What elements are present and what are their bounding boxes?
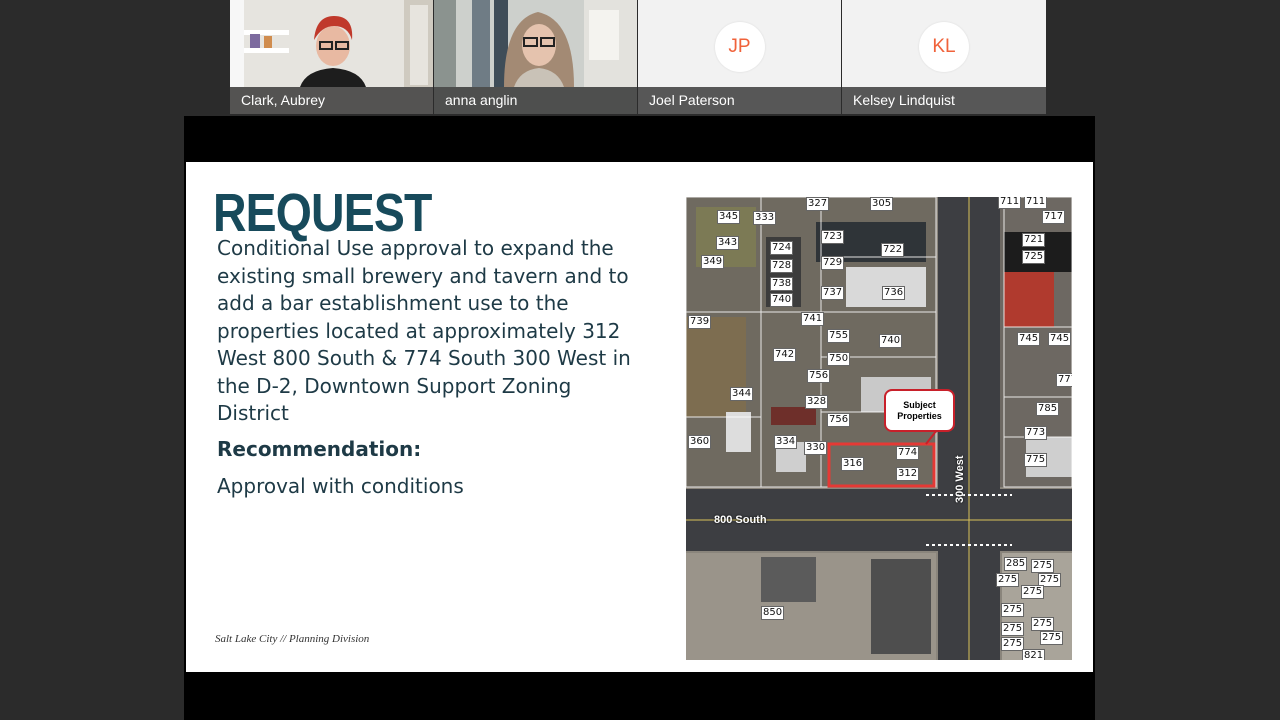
lot-label: 729 <box>821 256 845 270</box>
lot-label: 821 <box>1022 649 1046 660</box>
participant-name: anna anglin <box>434 87 637 114</box>
lot-label: 275 <box>1031 617 1055 631</box>
lot-label: 328 <box>805 395 829 409</box>
lot-label: 773 <box>1024 426 1048 440</box>
lot-label: 756 <box>807 369 831 383</box>
lot-label: 312 <box>896 467 920 481</box>
participant-tile-paterson[interactable]: JP Joel Paterson <box>638 0 841 114</box>
lot-label: 330 <box>804 441 828 455</box>
avatar: KL <box>919 22 969 72</box>
lot-label: 275 <box>1001 637 1025 651</box>
lot-label: 275 <box>1031 559 1055 573</box>
lot-label: 316 <box>841 457 865 471</box>
lot-label: 725 <box>1022 250 1046 264</box>
lot-label: 755 <box>827 329 851 343</box>
avatar: JP <box>714 22 765 72</box>
lot-label: 745 <box>1017 332 1041 346</box>
lot-label: 738 <box>770 277 794 291</box>
participant-tile-clark[interactable]: Clark, Aubrey <box>230 0 433 114</box>
lot-label: 717 <box>1042 210 1066 224</box>
lot-label: 739 <box>688 315 712 329</box>
lot-label: 343 <box>716 236 740 250</box>
slide-body: Conditional Use approval to expand the e… <box>217 236 631 425</box>
slide-title: REQUEST <box>213 183 432 243</box>
lot-label: 723 <box>821 230 845 244</box>
lot-label: 344 <box>730 387 754 401</box>
lot-label: 334 <box>774 435 798 449</box>
lot-label: 305 <box>870 197 894 211</box>
lot-label: 740 <box>879 334 903 348</box>
lot-label: 327 <box>806 197 830 211</box>
street-label-800-south: 800 South <box>714 514 767 526</box>
lot-label: 345 <box>717 210 741 224</box>
street-label-300-west: 300 West <box>954 455 966 504</box>
lot-label: 349 <box>701 255 725 269</box>
lot-label: 722 <box>881 243 905 257</box>
lot-label: 745 <box>1048 332 1072 346</box>
lot-label: 741 <box>801 312 825 326</box>
lot-label: 333 <box>753 211 777 225</box>
participant-name: Kelsey Lindquist <box>842 87 1046 114</box>
video-feed <box>434 0 637 87</box>
lot-label: 737 <box>821 286 845 300</box>
lot-label: 275 <box>1001 622 1025 636</box>
lot-label: 750 <box>827 352 851 366</box>
aerial-map-image <box>686 197 1072 660</box>
lot-label: 777 <box>1056 373 1072 387</box>
lot-label: 285 <box>1004 557 1028 571</box>
lot-label: 275 <box>1021 585 1045 599</box>
participant-name: Joel Paterson <box>638 87 841 114</box>
lot-label: 724 <box>770 241 794 255</box>
participant-name: Clark, Aubrey <box>230 87 433 114</box>
lot-label: 740 <box>770 293 794 307</box>
lot-label: 275 <box>1001 603 1025 617</box>
lot-label: 742 <box>773 348 797 362</box>
lot-label: 360 <box>688 435 712 449</box>
lot-label: 756 <box>827 413 851 427</box>
lot-label: 774 <box>896 446 920 460</box>
participant-tile-lindquist[interactable]: KL Kelsey Lindquist <box>842 0 1046 114</box>
lot-label: 785 <box>1036 402 1060 416</box>
lot-label: 275 <box>1040 631 1064 645</box>
lot-label: 728 <box>770 259 794 273</box>
lot-label: 275 <box>996 573 1020 587</box>
presentation-slide: REQUEST Conditional Use approval to expa… <box>186 162 1093 672</box>
lot-label: 736 <box>882 286 906 300</box>
lot-label: 711 <box>998 197 1022 209</box>
participant-tile-anglin[interactable]: anna anglin <box>434 0 637 114</box>
lot-label: 711 <box>1024 197 1048 209</box>
lot-label: 775 <box>1024 453 1048 467</box>
recommendation-label: Recommendation: <box>217 437 422 461</box>
slide-footer: Salt Lake City // Planning Division <box>215 633 370 645</box>
lot-label: 850 <box>761 606 785 620</box>
video-feed <box>230 0 433 87</box>
subject-properties-callout: Subject Properties <box>884 389 955 432</box>
lot-label: 721 <box>1022 233 1046 247</box>
recommendation-value: Approval with conditions <box>217 474 464 498</box>
aerial-map: 327 305 711 711 717 345 333 343 724 723 … <box>686 197 1072 660</box>
